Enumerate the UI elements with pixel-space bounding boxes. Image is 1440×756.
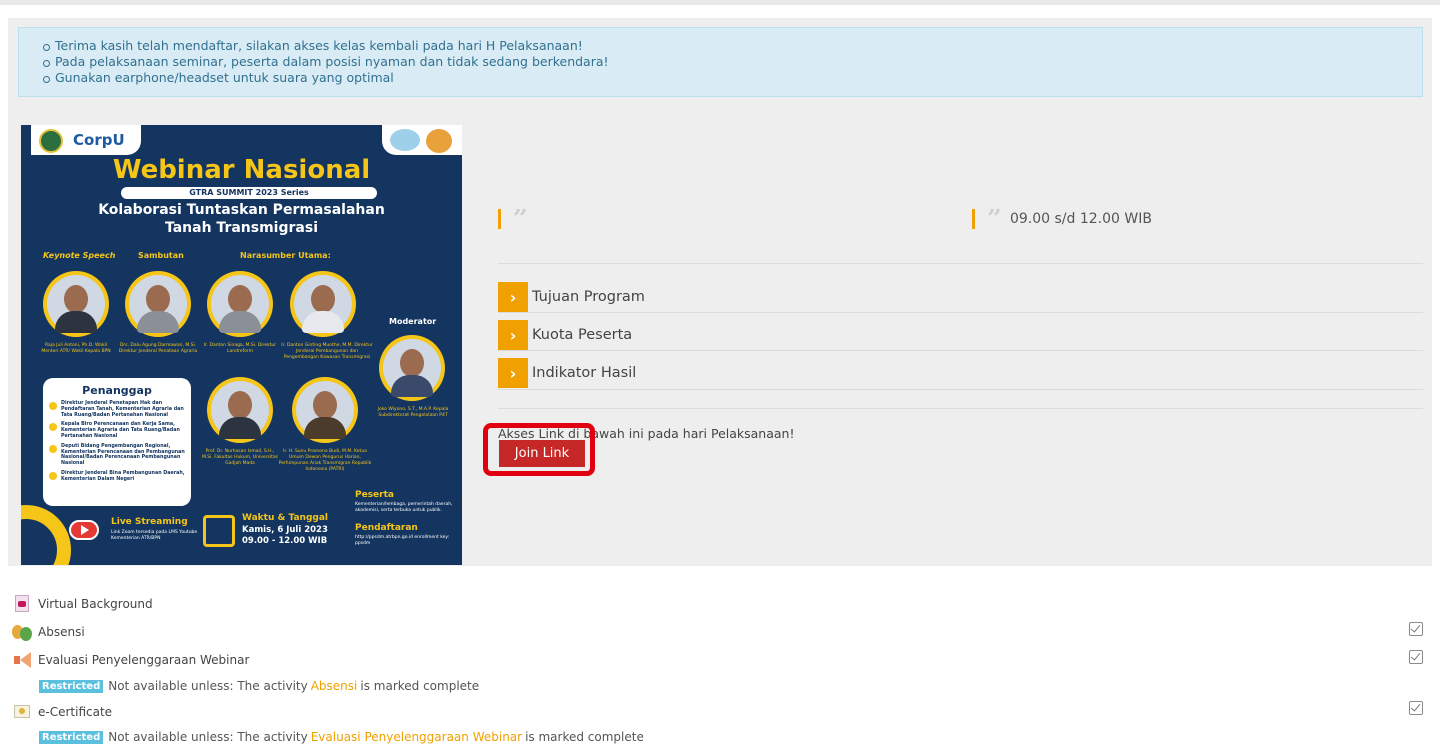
- attendance-icon: [12, 623, 32, 641]
- speaker-caption: Joko Wiyono, S.T., M.A.P. Kepala Subdire…: [377, 407, 449, 418]
- pendaftaran-sub: http://ppsdm.atrbpn.go.id enrollment key…: [355, 535, 450, 546]
- alert-item: Pada pelaksanaan seminar, peserta dalam …: [43, 54, 1422, 70]
- chevron-right-icon: ›: [498, 282, 528, 312]
- event-time: 09.00 s/d 12.00 WIB: [1009, 211, 1152, 227]
- waktu-detail: Kamis, 6 Juli 2023 09.00 - 12.00 WIB: [242, 525, 328, 546]
- activity-e-certificate[interactable]: e-Certificate: [12, 702, 112, 722]
- atr-bpn-logo-icon: [39, 129, 63, 153]
- image-file-icon: [12, 595, 32, 613]
- chevron-right-icon: ›: [498, 320, 528, 350]
- decorative-arc: [21, 505, 71, 565]
- restricted-badge: Restricted: [39, 679, 104, 693]
- accordion-tujuan-program[interactable]: › Tujuan Program: [498, 282, 1423, 312]
- restricted-badge: Restricted: [39, 730, 104, 744]
- accordion-kuota-peserta[interactable]: › Kuota Peserta: [498, 320, 1423, 350]
- calendar-icon: [203, 515, 235, 547]
- waktu-title: Waktu & Tanggal: [242, 513, 328, 523]
- info-alert: Terima kasih telah mendaftar, silakan ak…: [18, 27, 1423, 97]
- highlight-box: [483, 423, 595, 476]
- certificate-icon: [12, 703, 32, 721]
- absensi-link[interactable]: Absensi: [311, 679, 358, 693]
- accordion-indikator-hasil[interactable]: › Indikator Hasil: [498, 358, 1423, 388]
- poster-subtitle: Kolaborasi Tuntaskan Permasalahan Tanah …: [98, 202, 385, 236]
- evaluasi-link[interactable]: Evaluasi Penyelenggaraan Webinar: [311, 730, 522, 744]
- speaker-caption: Drs. Dalu Agung Darmawan, M.Si. Direktur…: [118, 343, 198, 354]
- restriction-notice: Restricted Not available unless: The act…: [39, 678, 479, 694]
- gtra-logo: [382, 125, 462, 155]
- speaker-photo: [125, 271, 191, 337]
- megaphone-icon: [12, 651, 32, 669]
- webinar-poster: CorpU Webinar Nasional GTRA SUMMIT 2023 …: [21, 125, 462, 565]
- speaker-photo: [290, 271, 356, 337]
- speaker-caption: Ir. Danton Ginting Munthe, M.M. Direktur…: [281, 343, 373, 360]
- narasumber-label: Narasumber Utama:: [240, 251, 331, 260]
- moderator-label: Moderator: [389, 317, 437, 326]
- chevron-right-icon: ›: [498, 358, 528, 388]
- top-bar: [0, 0, 1440, 5]
- event-logo-icon: [426, 129, 452, 153]
- pendaftaran-title: Pendaftaran: [355, 523, 418, 533]
- poster-series: GTRA SUMMIT 2023 Series: [121, 187, 377, 199]
- speaker-caption: Prof. Dr. Nurhasan Ismail, S.H., M.Si. F…: [201, 449, 279, 466]
- gtra-logo-icon: [390, 129, 420, 151]
- speaker-photo: [292, 377, 358, 443]
- live-streaming-sub: Link Zoom tersedia pada LMS Youtube Keme…: [111, 530, 198, 541]
- speaker-photo: [207, 271, 273, 337]
- alert-item: Gunakan earphone/headset untuk suara yan…: [43, 70, 1422, 86]
- peserta-title: Peserta: [355, 490, 394, 500]
- moderator-photo: [379, 335, 445, 401]
- sambutan-label: Sambutan: [138, 251, 184, 260]
- speaker-caption: Ir. Danton Sinaga, M.Si. Direktur Landre…: [203, 343, 277, 354]
- completion-checkbox[interactable]: [1409, 650, 1423, 664]
- penanggap-box: Penanggap Direktur Jenderal Penetapan Ha…: [43, 378, 191, 506]
- live-streaming-title: Live Streaming: [111, 517, 188, 527]
- alert-item: Terima kasih telah mendaftar, silakan ak…: [43, 38, 1422, 54]
- quote-left: ”: [498, 209, 536, 229]
- corpu-logo: CorpU: [31, 125, 141, 155]
- quote-icon: ”: [513, 209, 528, 229]
- peserta-sub: Kementerian/lembaga, pemerintah daerah, …: [355, 502, 453, 513]
- speaker-caption: Ir. H. Sunu Pramono Budi, M.M. Ketua Umu…: [278, 449, 372, 472]
- activity-absensi[interactable]: Absensi: [12, 622, 85, 642]
- completion-checkbox[interactable]: [1409, 701, 1423, 715]
- completion-checkbox[interactable]: [1409, 622, 1423, 636]
- restriction-notice: Restricted Not available unless: The act…: [39, 729, 644, 745]
- quote-time: ” 09.00 s/d 12.00 WIB: [972, 209, 1152, 229]
- speaker-photo: [43, 271, 109, 337]
- activity-virtual-background[interactable]: Virtual Background: [12, 594, 153, 614]
- play-icon: [69, 520, 99, 540]
- keynote-label: Keynote Speech: [43, 251, 116, 260]
- poster-title: Webinar Nasional: [112, 155, 371, 185]
- activity-evaluasi[interactable]: Evaluasi Penyelenggaraan Webinar: [12, 650, 249, 670]
- quote-icon: ”: [987, 209, 1002, 229]
- speaker-photo: [207, 377, 273, 443]
- speaker-caption: Raja Juli Antoni, Ph.D. Wakil Menteri AT…: [41, 343, 111, 354]
